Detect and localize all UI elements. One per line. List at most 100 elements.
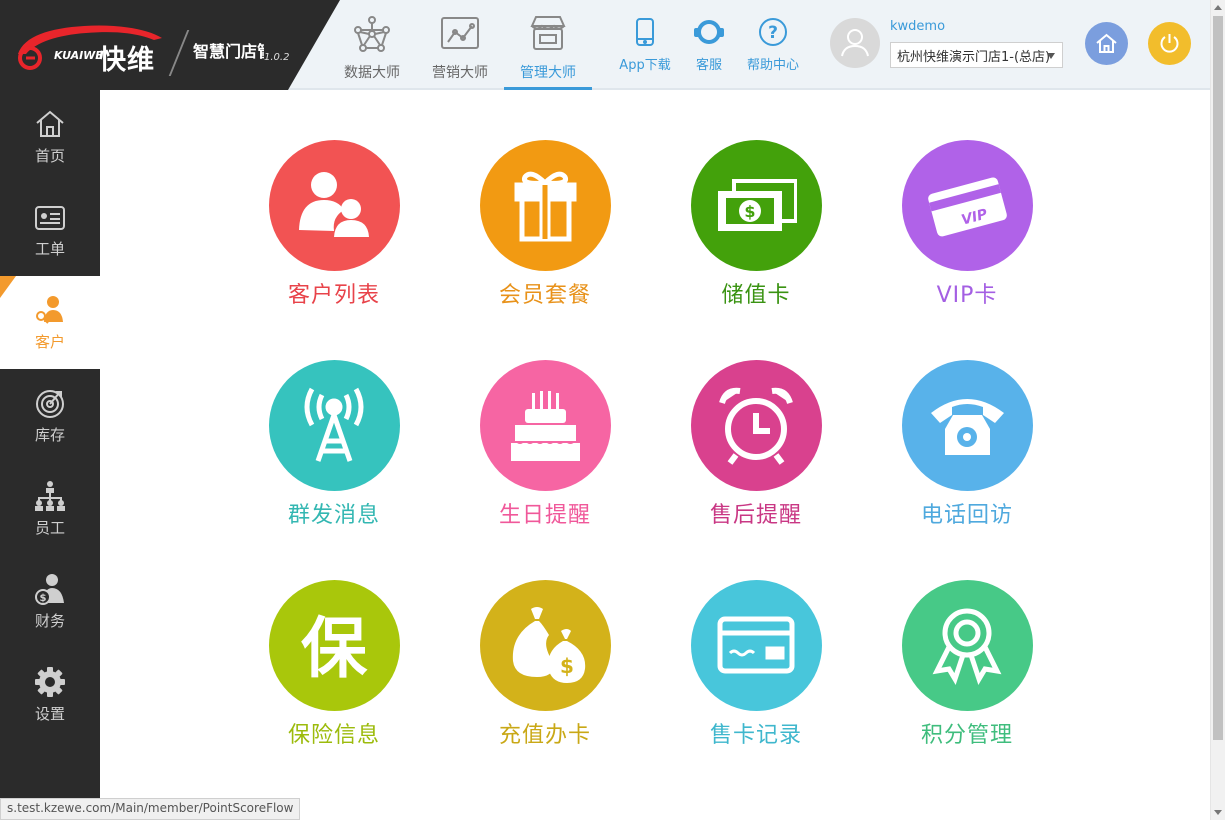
insurance-glyph: 保 [301, 610, 368, 686]
sidebar-item-finance[interactable]: $ 财务 [0, 555, 100, 648]
tile-aftersales-reminder[interactable]: 售后提醒 [671, 360, 841, 550]
tile-member-package[interactable]: 会员套餐 [460, 140, 630, 330]
help-center-button[interactable]: ? 帮助中心 [745, 18, 801, 73]
power-button[interactable] [1148, 22, 1191, 65]
tile-circle [902, 360, 1033, 491]
home-icon [36, 110, 64, 137]
chevron-down-icon [1047, 53, 1055, 59]
sidebar-item-customer[interactable]: 客户 [0, 276, 100, 369]
store-select[interactable]: 杭州快维演示门店1-(总店) [890, 42, 1063, 68]
tool-label: 帮助中心 [746, 58, 799, 73]
vertical-scrollbar[interactable] [1210, 0, 1225, 820]
tab-label: 营销大师 [432, 65, 488, 81]
brand-chinese: 快维 [99, 45, 155, 76]
tab-management-master[interactable]: 管理大师 [504, 0, 592, 90]
tile-circle: 保 [269, 580, 400, 711]
version-label: 1.0.2 [264, 52, 290, 63]
tab-label: 管理大师 [520, 65, 576, 81]
svg-text:$: $ [40, 593, 47, 604]
product-name: 智慧门店管理系统 [193, 42, 264, 61]
inventory-icon [36, 390, 64, 418]
store-select-value: 杭州快维演示门店1-(总店) [897, 50, 1051, 65]
tile-card-sales-record[interactable]: 售卡记录 [671, 580, 841, 770]
tile-customer-list[interactable]: 客户列表 [249, 140, 419, 330]
finance-icon: $ [35, 574, 64, 605]
network-icon [354, 16, 390, 52]
sidebar-item-home[interactable]: 首页 [0, 90, 100, 183]
username: kwdemo [890, 19, 946, 34]
svg-text:?: ? [768, 23, 778, 43]
tile-circle [269, 140, 400, 271]
money-icon: $ [718, 179, 797, 231]
power-icon [1160, 34, 1179, 53]
gift-icon [514, 171, 577, 242]
logo-divider [168, 30, 190, 76]
tile-circle [480, 140, 611, 271]
tile-circle: $ [691, 140, 822, 271]
headset-icon [694, 20, 724, 44]
svg-text:$: $ [744, 202, 755, 221]
customer-icon [36, 296, 63, 324]
active-marker [0, 276, 16, 298]
tile-circle [480, 360, 611, 491]
sidebar-item-label: 客户 [34, 333, 65, 351]
sidebar-item-settings[interactable]: 设置 [0, 648, 100, 741]
card-record-icon [717, 616, 795, 674]
tile-mass-message[interactable]: 群发消息 [249, 360, 419, 550]
sidebar: 首页 工单 客户 库存 员工 $ 财务 设置 [0, 90, 100, 820]
tile-label: 会员套餐 [498, 283, 591, 308]
user-avatar[interactable] [830, 18, 880, 68]
tab-data-master[interactable]: 数据大师 [328, 0, 416, 90]
sidebar-item-label: 设置 [34, 705, 65, 723]
scroll-thumb[interactable] [1213, 16, 1223, 740]
gear-icon [35, 667, 65, 697]
vip-card-icon: VIP [928, 177, 1007, 237]
user-icon [841, 29, 869, 57]
scroll-up-icon[interactable] [1214, 5, 1222, 10]
tile-circle [902, 580, 1033, 711]
mobile-phone-icon [636, 18, 654, 46]
store-icon [530, 16, 566, 50]
tab-marketing-master[interactable]: 营销大师 [416, 0, 504, 90]
tile-label: 积分管理 [920, 723, 1013, 748]
scroll-down-icon[interactable] [1214, 810, 1222, 815]
tool-label: 客服 [695, 58, 722, 73]
sidebar-item-label: 员工 [34, 519, 65, 537]
tile-label: 客户列表 [287, 283, 380, 308]
tool-label: App下载 [619, 58, 671, 73]
tile-recharge-card[interactable]: $ 充值办卡 [460, 580, 630, 770]
tile-label: 群发消息 [287, 503, 380, 528]
sidebar-item-staff[interactable]: 员工 [0, 462, 100, 555]
tile-birthday-reminder[interactable]: 生日提醒 [460, 360, 630, 550]
tile-stored-value-card[interactable]: $ 储值卡 [671, 140, 841, 330]
tile-circle: $ [480, 580, 611, 711]
status-url-bar: s.test.kzewe.com/Main/member/PointScoreF… [0, 798, 301, 820]
tile-points-management[interactable]: 积分管理 [882, 580, 1052, 770]
sidebar-item-label: 首页 [34, 147, 65, 165]
app-download-button[interactable]: App下载 [619, 18, 671, 73]
sidebar-item-inventory[interactable]: 库存 [0, 369, 100, 462]
tile-label: 售后提醒 [709, 503, 802, 528]
tab-label: 数据大师 [344, 65, 400, 81]
tile-label: 售卡记录 [709, 723, 802, 748]
help-icon: ? [759, 18, 787, 46]
sidebar-item-work-order[interactable]: 工单 [0, 183, 100, 276]
tile-circle: VIP [902, 140, 1033, 271]
tile-insurance-info[interactable]: 保 保险信息 [249, 580, 419, 770]
tile-label: VIP卡 [936, 283, 998, 308]
money-bag-icon: $ [512, 607, 586, 683]
home-button[interactable] [1085, 22, 1128, 65]
tile-label: 电话回访 [920, 503, 1013, 528]
sidebar-item-label: 财务 [34, 612, 65, 630]
app-window: KUAIWEI 快维 智慧门店管理系统 1.0.2 数据大师 营销大师 [0, 0, 1225, 820]
tile-phone-revisit[interactable]: 电话回访 [882, 360, 1052, 550]
tile-label: 储值卡 [721, 283, 791, 308]
tile-vip-card[interactable]: VIP VIP卡 [882, 140, 1052, 330]
customer-service-button[interactable]: 客服 [692, 18, 726, 73]
tile-circle [691, 360, 822, 491]
customers-icon [299, 172, 369, 237]
org-chart-icon [35, 481, 65, 511]
broadcast-tower-icon [304, 387, 364, 462]
svg-text:$: $ [560, 654, 574, 678]
tile-label: 充值办卡 [498, 723, 591, 748]
